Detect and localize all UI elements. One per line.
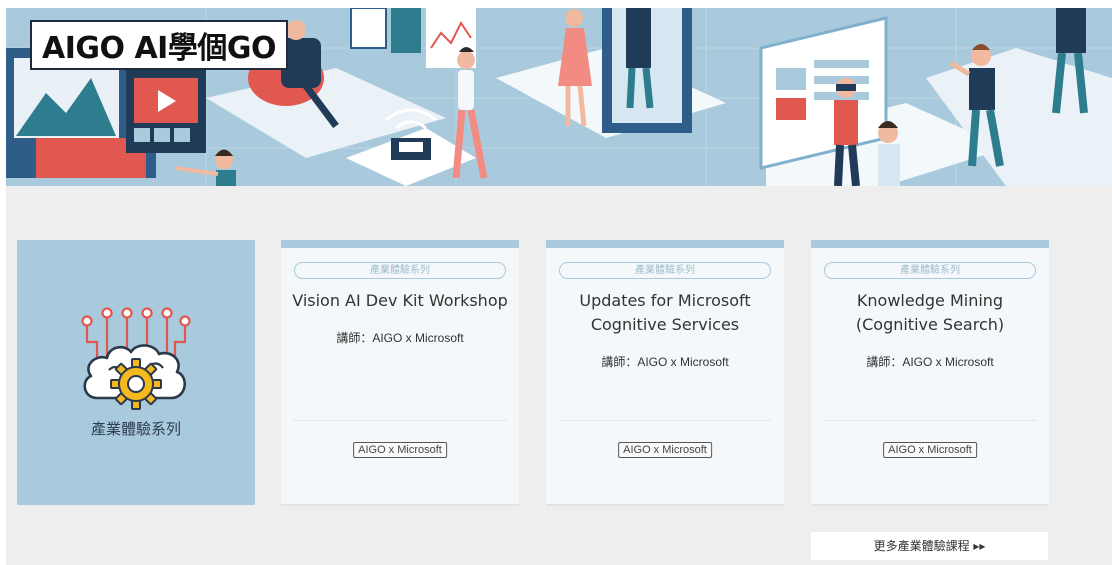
series-title: 產業體驗系列 <box>90 420 181 438</box>
course-title-line: (Cognitive Search) <box>855 315 1005 334</box>
divider <box>558 420 772 421</box>
course-instructor: 講師：AIGO x Microsoft <box>601 355 729 369</box>
course-card-cognitive-services[interactable]: 產業體驗系列 Updates for Microsoft Cognitive S… <box>546 240 784 506</box>
course-title-line: Updates for Microsoft <box>579 291 751 310</box>
more-courses-button[interactable]: 更多產業體驗課程 ▸▸ <box>811 532 1048 560</box>
course-title[interactable]: Knowledge Mining (Cognitive Search) <box>817 289 1043 337</box>
course-title-line: Vision AI Dev Kit Workshop <box>292 291 508 310</box>
course-series-tag[interactable]: 產業體驗系列 <box>824 262 1036 279</box>
divider <box>293 420 507 421</box>
course-card-knowledge-mining[interactable]: 產業體驗系列 Knowledge Mining (Cognitive Searc… <box>811 240 1049 506</box>
course-title-line: Knowledge Mining <box>856 291 1004 310</box>
course-series-tag[interactable]: 產業體驗系列 <box>559 262 771 279</box>
site-logo[interactable]: AIGO AI學個GO <box>30 20 288 70</box>
hero-banner: AIGO AI學個GO <box>6 8 1112 186</box>
course-instructor: 講師：AIGO x Microsoft <box>866 355 994 369</box>
course-partner-badge[interactable]: AIGO x Microsoft <box>883 442 977 458</box>
course-instructor: 講師：AIGO x Microsoft <box>336 331 464 345</box>
course-partner-badge[interactable]: AIGO x Microsoft <box>353 442 447 458</box>
divider <box>823 420 1037 421</box>
course-partner-badge[interactable]: AIGO x Microsoft <box>618 442 712 458</box>
series-category-card[interactable]: 產業體驗系列 <box>17 240 255 505</box>
page: AIGO AI學個GO 產業體驗系列 產業體驗系列 Vision AI Dev … <box>6 8 1112 565</box>
site-logo-text: AIGO AI學個GO <box>42 31 276 66</box>
course-series-tag[interactable]: 產業體驗系列 <box>294 262 506 279</box>
brain-gear-icon <box>81 307 191 410</box>
course-card-vision-ai[interactable]: 產業體驗系列 Vision AI Dev Kit Workshop 講師：AIG… <box>281 240 519 506</box>
course-title[interactable]: Vision AI Dev Kit Workshop <box>287 289 513 313</box>
course-title[interactable]: Updates for Microsoft Cognitive Services <box>552 289 778 337</box>
course-title-line: Cognitive Services <box>590 315 740 334</box>
